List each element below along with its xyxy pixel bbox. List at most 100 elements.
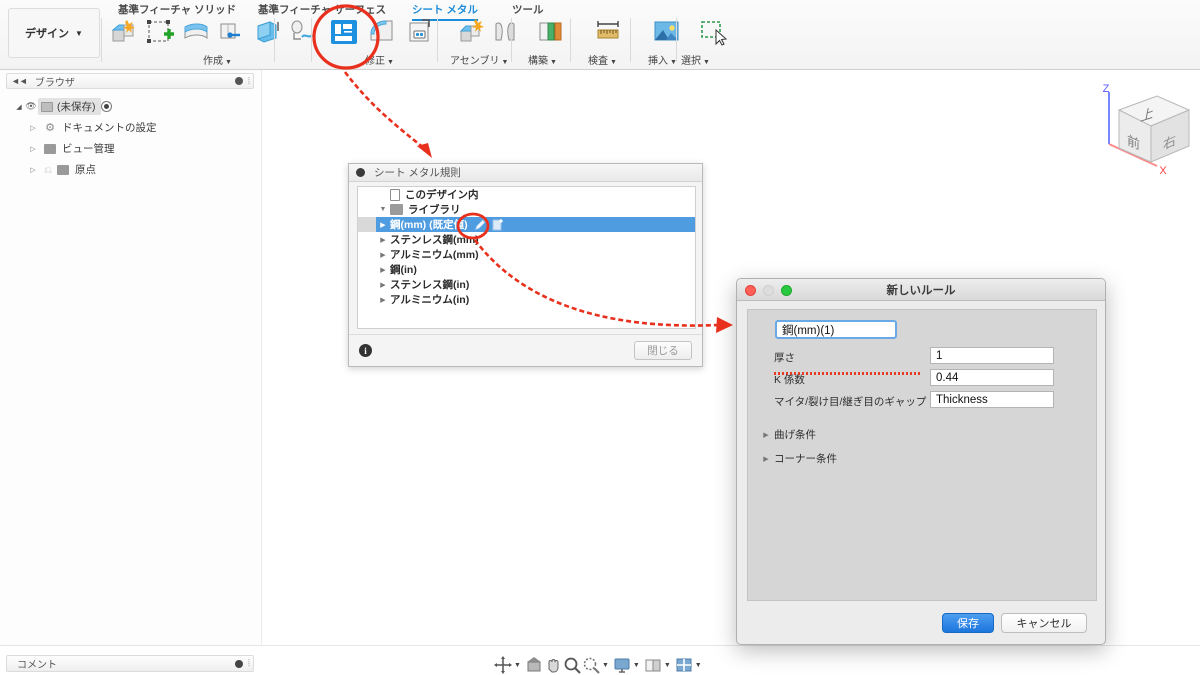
toolbar-tab-3[interactable]: ツール [512,2,544,19]
toolbar-group-6[interactable]: 選択 ▼ [681,52,710,67]
panel-resize-grip[interactable]: ⦙ [248,76,250,87]
select-window-icon[interactable] [700,18,730,48]
rule-row-4[interactable]: ▶ アルミニウム(mm) [358,247,695,262]
rule-row-label: このデザイン内 [405,189,479,201]
browser-tree-item-3[interactable]: ▷ ⎌ 原点 [28,162,96,177]
bend-icon[interactable] [254,18,284,48]
toolbar-separator [274,18,275,62]
home-view-icon[interactable] [525,656,544,675]
expander-row-1[interactable]: ▶ コーナー条件 [758,451,837,466]
contour-flange-icon[interactable] [218,18,248,48]
comment-options-icon[interactable] [234,659,243,668]
expander-icon[interactable]: ▶ [376,296,390,304]
comment-resize-grip[interactable]: ⦙ [248,658,250,669]
rule-row-1[interactable]: ▼ ライブラリ [358,202,695,217]
field-value-0[interactable]: 1 [930,347,1054,364]
browser-title: ブラウザ [34,77,75,89]
rule-row-0[interactable]: このデザイン内 [358,187,695,202]
maximize-window-icon[interactable] [781,285,792,296]
expander-icon[interactable]: ▶ [376,281,390,289]
svg-text:Z: Z [1103,83,1110,95]
view-cube-svg[interactable]: Z X [1095,82,1195,177]
toolbar-tab-0[interactable]: 基準フィーチャ ソリッド [118,2,236,19]
browser-panel-header[interactable]: ◄◄ ブラウザ ⦙ [6,73,254,89]
create-sketch-icon[interactable] [146,18,176,48]
expander-icon[interactable]: ▶ [758,431,774,439]
info-icon[interactable]: i [359,344,372,357]
browser-root-chip[interactable]: (未保存) [38,98,101,115]
toolbar-tab-1[interactable]: 基準フィーチャ サーフェス [258,2,386,19]
activate-radio[interactable] [100,101,112,112]
chevron-down-icon[interactable]: ▼ [514,662,521,669]
expander-icon[interactable]: ▼ [376,206,390,213]
expander-icon[interactable]: ▶ [758,455,774,463]
toolbar-group-4[interactable]: 検査 ▼ [588,52,617,67]
expander-icon[interactable]: ▶ [376,236,390,244]
hidden-icon: ⎌ [44,164,52,176]
construct-plane-icon[interactable] [537,18,567,48]
field-value-2[interactable]: Thickness [930,391,1054,408]
cancel-button[interactable]: キャンセル [1001,613,1087,633]
expander-icon[interactable]: ▶ [376,251,390,259]
rule-row-2[interactable]: ▶ 鋼(mm) (既定値) [358,217,695,232]
display-settings-icon[interactable] [613,656,632,675]
toolbar-group-1[interactable]: 修正 ▼ [365,52,394,67]
browser-tree-item-0[interactable]: ◢ 👁 (未保存) [14,98,112,115]
toolbar-group-3[interactable]: 構築 ▼ [528,52,557,67]
insert-image-icon[interactable] [653,18,683,48]
flange-icon[interactable] [182,18,212,48]
modify-shell-icon[interactable] [368,18,398,48]
browser-tree-item-2[interactable]: ▷ ビュー管理 [28,141,114,156]
pan-icon[interactable] [544,656,563,675]
close-button[interactable]: 閉じる [634,341,692,360]
toolbar-group-0[interactable]: 作成 ▼ [203,52,232,67]
orbit-icon[interactable] [494,656,513,675]
save-button[interactable]: 保存 [942,613,994,633]
expander-icon[interactable]: ▶ [376,266,390,274]
rule-row-7[interactable]: ▶ アルミニウム(in) [358,292,695,307]
chevron-down-icon[interactable]: ▼ [602,662,609,669]
view-cube[interactable]: Z X 上 前 右 [1095,82,1195,177]
create-sheet-metal-icon[interactable] [110,18,140,48]
sheet-metal-rules-dialog[interactable]: シート メタル規則 このデザイン内 ▼ ライブラリ ▶ 鋼(mm) (既定値) ▶ ステンレ… [348,163,703,367]
pencil-icon[interactable] [474,218,487,231]
expander-icon[interactable]: ▷ [28,145,38,153]
grid-layout-icon[interactable] [675,656,694,675]
toolbar-group-2[interactable]: アセンブリ ▼ [450,52,508,67]
rule-row-3[interactable]: ▶ ステンレス鋼(mm) [358,232,695,247]
rule-row-6[interactable]: ▶ ステンレス鋼(in) [358,277,695,292]
expander-icon[interactable]: ▶ [376,221,390,229]
expander-row-0[interactable]: ▶ 曲げ条件 [758,427,816,442]
chevron-down-icon[interactable]: ▼ [695,662,702,669]
browser-tree-item-1[interactable]: ▷ ⚙ ドキュメントの設定 [28,120,156,135]
browser-options-icon[interactable] [234,77,243,85]
close-window-icon[interactable] [745,285,756,296]
inspect-measure-icon[interactable] [595,18,625,48]
convert-to-sheet-metal-icon[interactable] [407,18,437,48]
new-rule-icon[interactable] [492,218,504,231]
sheet-metal-rules-list[interactable]: このデザイン内 ▼ ライブラリ ▶ 鋼(mm) (既定値) ▶ ステンレス鋼(mm) ▶ アルミ… [357,186,696,329]
visibility-eye-icon[interactable]: 👁 [24,101,38,112]
zoom-window-icon[interactable] [582,656,601,675]
new-rule-dialog[interactable]: 新しいルール 鋼(mm)(1) 厚さ 1 K 係数 0.44 マイタ/裂け目/継ぎ目のギ… [736,278,1106,645]
field-value-1[interactable]: 0.44 [930,369,1054,386]
canvas-bottom-divider [0,645,1200,646]
rule-name-input[interactable]: 鋼(mm)(1) [775,320,897,339]
toolbar-group-5[interactable]: 挿入 ▼ [648,52,677,67]
collapse-panel-icon[interactable]: ◄◄ [11,76,28,86]
assembly-new-component-icon[interactable] [458,18,488,48]
comment-bar[interactable]: コメント ⦙ [6,655,254,672]
minimize-window-icon[interactable] [763,285,774,296]
assembly-joint-icon[interactable] [492,18,522,48]
document-icon [390,188,400,201]
expander-icon[interactable]: ▷ [28,166,38,174]
expander-icon[interactable]: ◢ [14,103,24,111]
visual-style-icon[interactable] [644,656,663,675]
unfold-icon[interactable] [288,18,318,48]
chevron-down-icon[interactable]: ▼ [664,662,671,669]
sheet-metal-rules-icon[interactable] [330,18,360,48]
zoom-icon[interactable] [563,656,582,675]
chevron-down-icon[interactable]: ▼ [633,662,640,669]
rule-row-5[interactable]: ▶ 鋼(in) [358,262,695,277]
expander-icon[interactable]: ▷ [28,124,38,132]
